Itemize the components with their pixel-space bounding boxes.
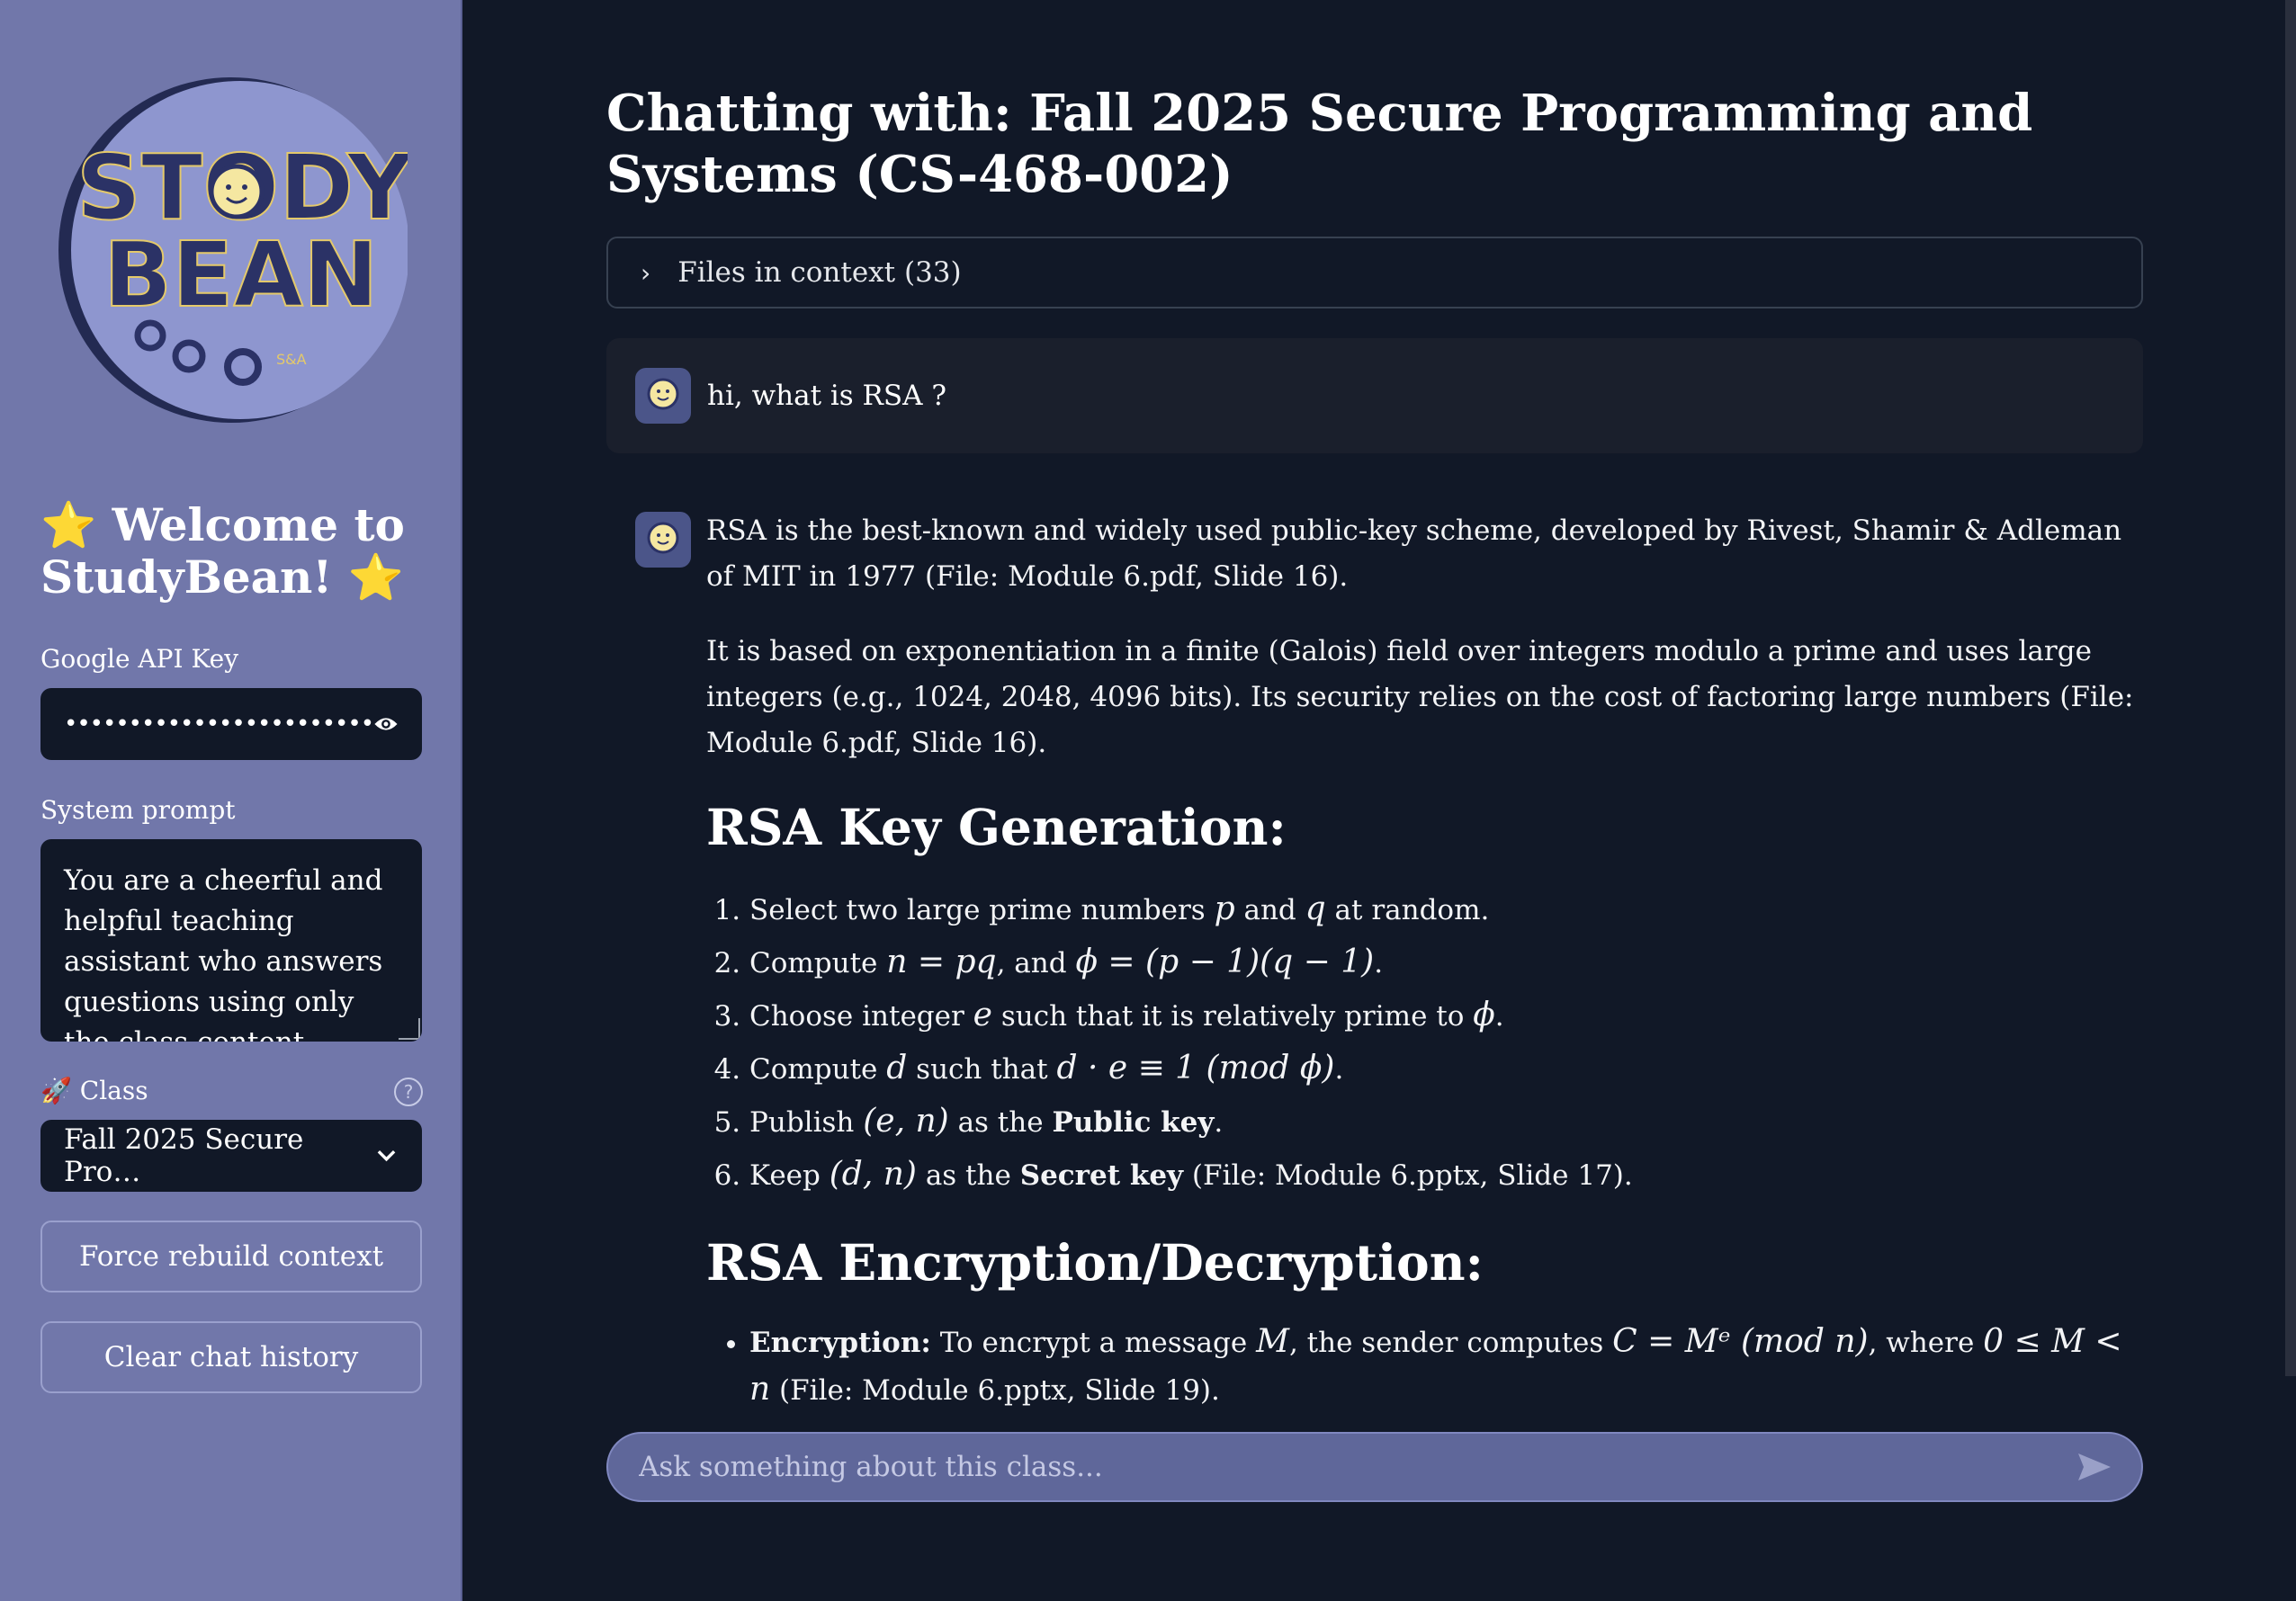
- bean-face-icon: [647, 378, 679, 410]
- api-key-value: ••••••••••••••••••••••••: [64, 711, 374, 738]
- list-item: Compute d such that d · e ≡ 1 (mod ϕ).: [749, 1042, 2146, 1096]
- user-message-text: hi, what is RSA ?: [707, 380, 946, 412]
- user-message: hi, what is RSA ?: [606, 338, 2143, 453]
- list-item: Keep (d, n) as the Secret key (File: Mod…: [749, 1149, 2146, 1202]
- system-prompt-textarea[interactable]: You are a cheerful and helpful teaching …: [40, 839, 422, 1042]
- resize-handle[interactable]: [399, 1018, 420, 1040]
- heading-encryption-decryption: RSA Encryption/Decryption:: [706, 1233, 1484, 1292]
- encdec-list: Encryption: To encrypt a message M, the …: [706, 1319, 2146, 1414]
- system-prompt-label: System prompt: [40, 795, 236, 825]
- api-key-label: Google API Key: [40, 644, 239, 674]
- force-rebuild-button[interactable]: Force rebuild context: [40, 1221, 422, 1292]
- user-avatar: [635, 368, 691, 424]
- bot-message: RSA is the best-known and widely used pu…: [706, 508, 2146, 1414]
- list-item: Compute n = pq, and ϕ = (p − 1)(q − 1).: [749, 936, 2146, 989]
- class-select[interactable]: Fall 2025 Secure Pro…: [40, 1120, 422, 1192]
- list-item: Publish (e, n) as the Public key.: [749, 1096, 2146, 1149]
- chevron-right-icon: ›: [641, 257, 651, 288]
- heading-key-generation: RSA Key Generation:: [706, 798, 1287, 856]
- api-key-input[interactable]: ••••••••••••••••••••••••: [40, 688, 422, 760]
- studybean-logo: STODY BEAN S&A: [58, 77, 408, 423]
- chat-input-bar[interactable]: [606, 1432, 2143, 1502]
- bot-avatar: [635, 512, 691, 568]
- svg-text:S&A: S&A: [276, 351, 307, 368]
- sidebar: STODY BEAN S&A ⭐ Welcome to StudyBean! ⭐…: [0, 0, 462, 1601]
- files-in-context-expander[interactable]: › Files in context (33): [606, 237, 2143, 309]
- svg-text:BEAN: BEAN: [103, 222, 379, 327]
- list-item: Choose integer e such that it is relativ…: [749, 989, 2146, 1042]
- eye-icon[interactable]: [373, 712, 399, 736]
- chat-input[interactable]: [637, 1450, 2076, 1484]
- help-icon[interactable]: ?: [394, 1078, 423, 1106]
- send-icon[interactable]: [2076, 1452, 2112, 1482]
- welcome-title: ⭐ Welcome to StudyBean! ⭐: [40, 498, 405, 604]
- bot-paragraph: RSA is the best-known and widely used pu…: [706, 514, 2122, 593]
- bot-paragraph: It is based on exponentiation in a finit…: [706, 635, 2134, 759]
- page-title: Chatting with: Fall 2025 Secure Programm…: [606, 84, 2033, 204]
- bean-face-icon: [647, 522, 679, 554]
- system-prompt-text: You are a cheerful and helpful teaching …: [64, 864, 383, 1042]
- clear-history-button[interactable]: Clear chat history: [40, 1321, 422, 1393]
- files-in-context-label: Files in context (33): [677, 256, 962, 289]
- scrollbar[interactable]: [2285, 0, 2296, 1376]
- class-selected-value: Fall 2025 Secure Pro…: [64, 1123, 304, 1188]
- list-item: Select two large prime numbers p and q a…: [749, 883, 2146, 936]
- class-label: 🚀 Class: [40, 1076, 148, 1105]
- list-item: Encryption: To encrypt a message M, the …: [749, 1319, 2146, 1414]
- chevron-down-icon: [377, 1150, 396, 1162]
- keygen-steps: Select two large prime numbers p and q a…: [706, 883, 2146, 1202]
